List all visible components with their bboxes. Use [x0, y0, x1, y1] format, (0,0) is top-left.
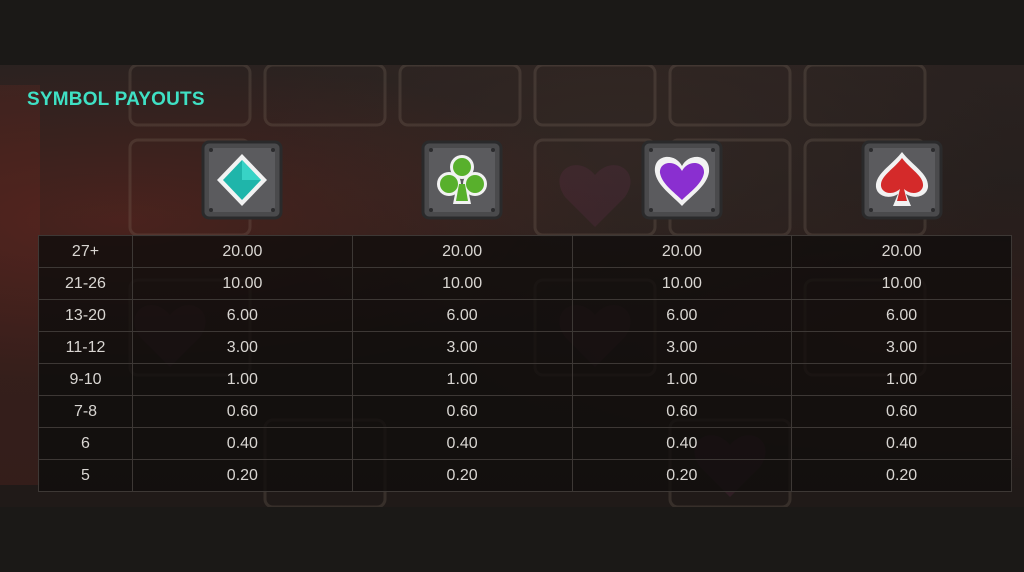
spade-payout-cell: 10.00 [791, 267, 1012, 300]
spade-payout-cell: 1.00 [791, 363, 1012, 396]
club-payout-cell: 3.00 [351, 331, 573, 364]
heart-suit-icon [641, 140, 723, 220]
symbol-count-cell: 27+ [38, 235, 133, 268]
club-symbol-header [421, 140, 503, 220]
paytable-panel: SYMBOL PAYOUTS 27+ 20.00 20.00 20.00 20.… [0, 65, 1024, 507]
heart-payout-cell: 0.20 [571, 459, 793, 492]
game-screen: SYMBOL PAYOUTS 27+ 20.00 20.00 20.00 20.… [0, 0, 1024, 572]
diamond-payout-cell: 0.40 [132, 427, 353, 460]
club-payout-cell: 10.00 [351, 267, 573, 300]
heart-payout-cell: 3.00 [571, 331, 793, 364]
spade-symbol-header [861, 140, 943, 220]
spade-suit-icon [861, 140, 943, 220]
spade-payout-cell: 0.60 [791, 395, 1012, 428]
diamond-symbol-header [201, 140, 283, 220]
symbol-count-cell: 7-8 [38, 395, 133, 428]
club-payout-cell: 0.20 [351, 459, 573, 492]
table-row: 9-10 1.00 1.00 1.00 1.00 [38, 363, 1012, 396]
heart-payout-cell: 20.00 [571, 235, 793, 268]
symbol-count-cell: 9-10 [38, 363, 133, 396]
heart-payout-cell: 0.40 [571, 427, 793, 460]
spade-payout-cell: 6.00 [791, 299, 1012, 332]
heart-payout-cell: 1.00 [571, 363, 793, 396]
symbol-count-cell: 21-26 [38, 267, 133, 300]
diamond-payout-cell: 0.20 [132, 459, 353, 492]
table-row: 7-8 0.60 0.60 0.60 0.60 [38, 395, 1012, 428]
page-title: SYMBOL PAYOUTS [27, 89, 205, 110]
heart-payout-cell: 10.00 [571, 267, 793, 300]
spade-payout-cell: 0.20 [791, 459, 1012, 492]
spade-payout-cell: 20.00 [791, 235, 1012, 268]
club-payout-cell: 0.40 [351, 427, 573, 460]
heart-payout-cell: 6.00 [571, 299, 793, 332]
club-suit-icon [421, 140, 503, 220]
table-row: 21-26 10.00 10.00 10.00 10.00 [38, 267, 1012, 300]
symbol-count-cell: 5 [38, 459, 133, 492]
heart-symbol-header [641, 140, 723, 220]
spade-payout-cell: 0.40 [791, 427, 1012, 460]
diamond-payout-cell: 20.00 [132, 235, 353, 268]
diamond-payout-cell: 1.00 [132, 363, 353, 396]
payout-table: 27+ 20.00 20.00 20.00 20.00 21-26 10.00 … [38, 235, 1012, 492]
table-row: 27+ 20.00 20.00 20.00 20.00 [38, 235, 1012, 268]
diamond-payout-cell: 10.00 [132, 267, 353, 300]
spade-payout-cell: 3.00 [791, 331, 1012, 364]
diamond-payout-cell: 0.60 [132, 395, 353, 428]
symbol-count-cell: 13-20 [38, 299, 133, 332]
symbol-count-cell: 11-12 [38, 331, 133, 364]
table-row: 5 0.20 0.20 0.20 0.20 [38, 459, 1012, 492]
club-payout-cell: 1.00 [351, 363, 573, 396]
diamond-payout-cell: 3.00 [132, 331, 353, 364]
table-row: 11-12 3.00 3.00 3.00 3.00 [38, 331, 1012, 364]
symbol-count-cell: 6 [38, 427, 133, 460]
table-row: 6 0.40 0.40 0.40 0.40 [38, 427, 1012, 460]
table-row: 13-20 6.00 6.00 6.00 6.00 [38, 299, 1012, 332]
club-payout-cell: 0.60 [351, 395, 573, 428]
club-payout-cell: 6.00 [351, 299, 573, 332]
heart-payout-cell: 0.60 [571, 395, 793, 428]
club-payout-cell: 20.00 [351, 235, 573, 268]
diamond-payout-cell: 6.00 [132, 299, 353, 332]
diamond-suit-icon [201, 140, 283, 220]
